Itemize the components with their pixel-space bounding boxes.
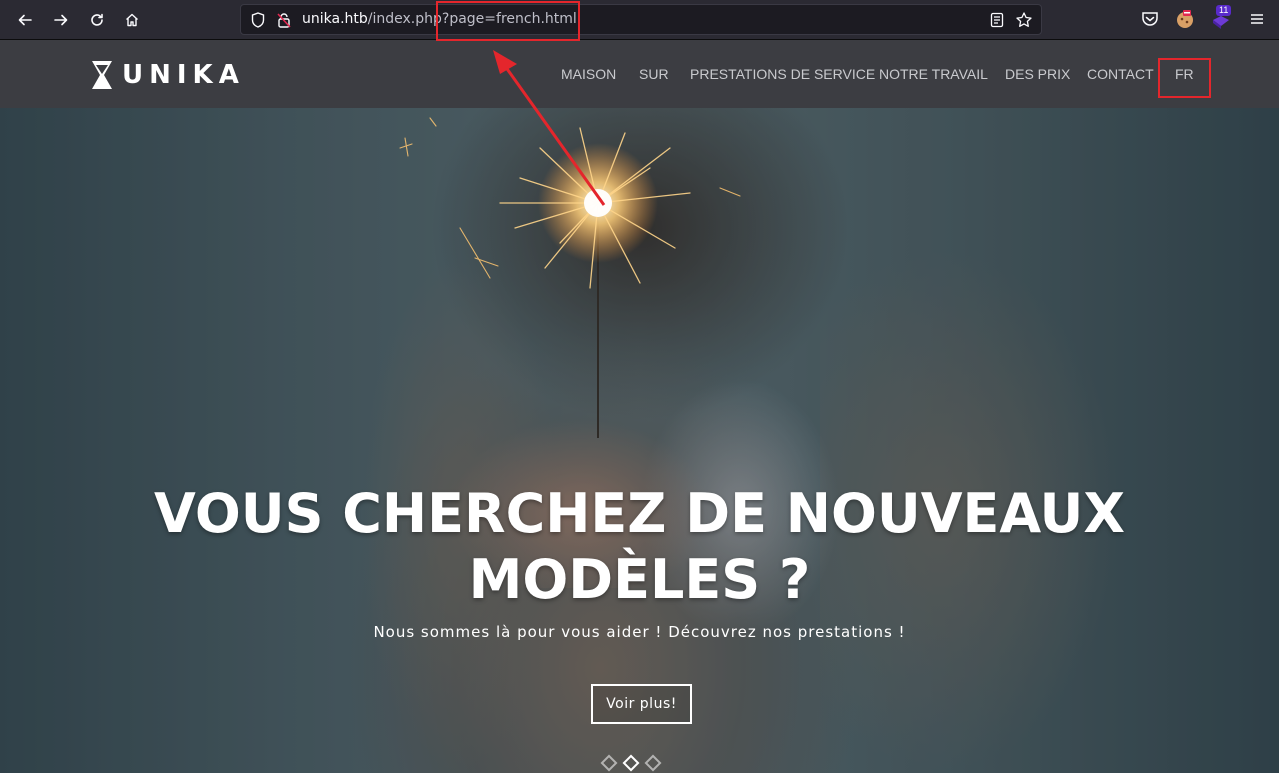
- sparkler-image: [399, 117, 741, 438]
- site-logo[interactable]: UNIKA: [90, 59, 245, 91]
- forward-button[interactable]: [47, 6, 75, 34]
- arrow-right-icon: [54, 14, 68, 26]
- browser-toolbar: unika.htb/index.php?page=french.html 11: [0, 0, 1279, 40]
- back-button[interactable]: [11, 6, 39, 34]
- nav-des-prix[interactable]: DES PRIX: [1005, 66, 1070, 82]
- arrow-left-icon: [18, 14, 32, 26]
- hamburger-menu-icon[interactable]: [1246, 8, 1268, 30]
- nav-notre-travail[interactable]: NOTRE TRAVAIL: [879, 66, 988, 82]
- reload-button[interactable]: [83, 6, 111, 34]
- hero-slider: VOUS CHERCHEZ DE NOUVEAUX MODÈLES ? Nous…: [0, 108, 1279, 773]
- reload-icon: [91, 13, 103, 26]
- nav-sur[interactable]: SUR: [639, 66, 669, 82]
- site-navbar: UNIKA MAISON SUR PRESTATIONS DE SERVICE …: [0, 40, 1279, 108]
- voir-plus-button[interactable]: Voir plus!: [591, 684, 692, 724]
- nav-maison[interactable]: MAISON: [561, 66, 616, 82]
- bookmark-star-icon[interactable]: [1015, 11, 1033, 29]
- pocket-icon[interactable]: [1139, 8, 1161, 30]
- url-path: /index.php?page=french.html: [367, 11, 577, 27]
- home-icon: [126, 13, 138, 27]
- nav-prestations[interactable]: PRESTATIONS DE SERVICE: [690, 66, 875, 82]
- slider-dots: [600, 754, 662, 772]
- url-host: unika.htb: [302, 11, 368, 27]
- slider-dot-3[interactable]: [644, 754, 662, 772]
- tracking-shield-icon[interactable]: [249, 11, 267, 29]
- hourglass-logo-icon: [92, 61, 112, 89]
- hero-headline-line2: MODÈLES ?: [468, 548, 811, 611]
- slider-dot-2[interactable]: [622, 754, 640, 772]
- insecure-lock-icon[interactable]: [275, 11, 293, 29]
- hero-subline: Nous sommes là pour vous aider ! Découvr…: [373, 623, 906, 641]
- home-button[interactable]: [118, 6, 146, 34]
- nav-contact[interactable]: CONTACT: [1087, 66, 1154, 82]
- reader-view-icon[interactable]: [989, 12, 1005, 28]
- url-bar[interactable]: unika.htb/index.php?page=french.html: [240, 4, 1042, 35]
- url-text[interactable]: unika.htb/index.php?page=french.html: [302, 11, 577, 27]
- logo-text: UNIKA: [122, 60, 245, 90]
- hero-headline-line1: VOUS CHERCHEZ DE NOUVEAUX: [154, 482, 1125, 545]
- nav-language-fr[interactable]: FR: [1175, 66, 1194, 82]
- extension-badge: 11: [1216, 5, 1232, 16]
- cookie-extension-icon[interactable]: [1174, 8, 1196, 30]
- slider-dot-1[interactable]: [600, 754, 618, 772]
